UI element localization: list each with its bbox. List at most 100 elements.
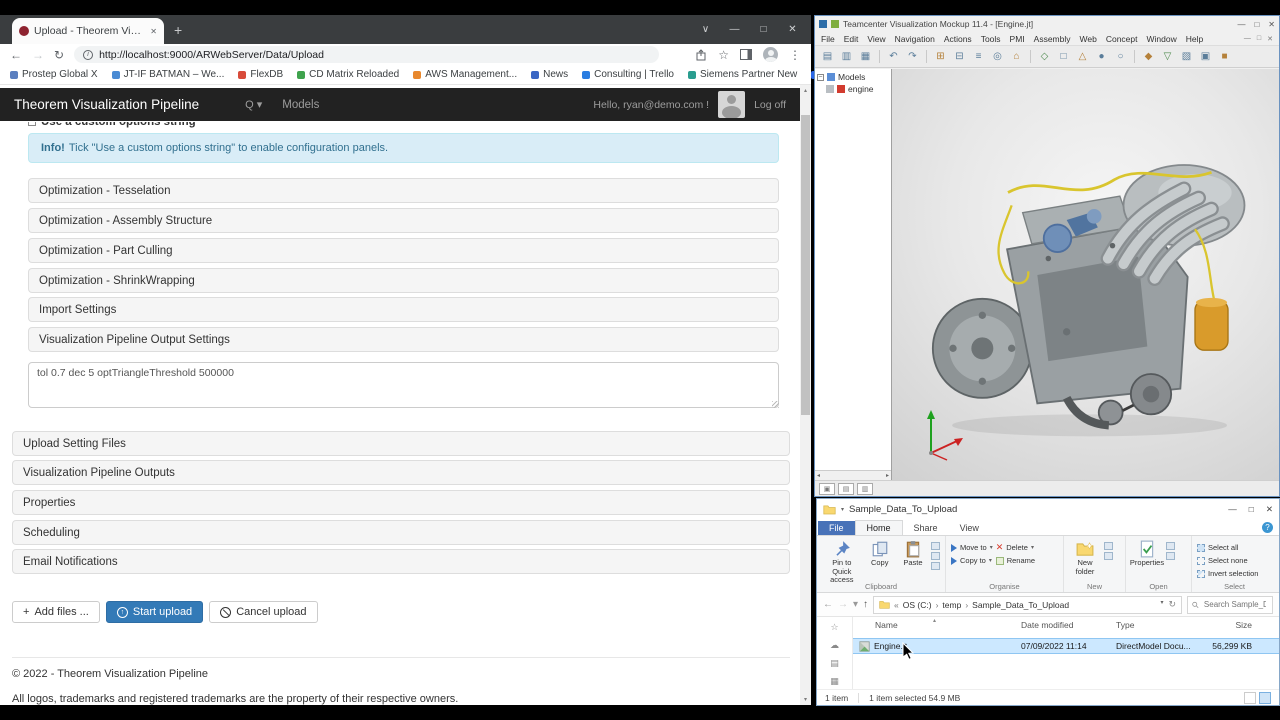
maximize-button[interactable]: □ [749, 24, 778, 35]
section-properties[interactable]: Properties [12, 490, 790, 515]
column-name[interactable]: ▴ Name [853, 620, 1021, 630]
new-item-icon[interactable] [1104, 542, 1113, 550]
mdi-minimize-icon[interactable]: — [1244, 35, 1251, 43]
forward-icon[interactable]: → [838, 600, 848, 610]
user-greeting[interactable]: Hello, ryan@demo.com ! [593, 99, 709, 111]
close-button[interactable]: ✕ [1266, 504, 1273, 515]
menu-help[interactable]: Help [1186, 34, 1203, 44]
tab-view[interactable]: View [949, 521, 990, 535]
section-email-notifications[interactable]: Email Notifications [12, 549, 790, 574]
select-all-button[interactable]: Select all [1197, 541, 1258, 554]
onedrive-icon[interactable]: ☁ [830, 640, 839, 651]
start-upload-button[interactable]: ↑ Start upload [106, 601, 203, 623]
bookmark-item[interactable]: CD Matrix Reloaded [297, 69, 399, 80]
select-none-button[interactable]: Select none [1197, 554, 1258, 567]
history-caret-icon[interactable]: ▾ [853, 600, 858, 610]
mdi-close-icon[interactable]: ✕ [1267, 35, 1273, 43]
search-dropdown[interactable]: Q ▾ [245, 98, 262, 111]
copy-button[interactable]: Copy [865, 539, 895, 568]
bookmark-star-icon[interactable]: ☆ [718, 49, 729, 61]
menu-dots-icon[interactable]: ⋮ [789, 49, 801, 61]
pan-icon[interactable]: ▽ [1159, 48, 1176, 65]
panel-import-settings[interactable]: Import Settings [28, 297, 779, 322]
crumb-sample-data[interactable]: Sample_Data_To_Upload [972, 600, 1069, 610]
address-caret-icon[interactable]: ▾ [1160, 599, 1163, 610]
back-icon[interactable]: ← [10, 49, 22, 61]
save-icon[interactable]: ▥ [838, 48, 855, 65]
list-view-icon[interactable] [1244, 692, 1256, 704]
logoff-link[interactable]: Log off [754, 99, 786, 111]
crumb-os-c[interactable]: OS (C:) [903, 600, 932, 610]
bookmark-item[interactable]: FlexDB [238, 69, 283, 80]
section-scheduling[interactable]: Scheduling [12, 520, 790, 545]
tab-home[interactable]: Home [855, 520, 903, 535]
menu-concept[interactable]: Concept [1106, 34, 1138, 44]
scroll-up-icon[interactable]: ▴ [800, 85, 811, 96]
minimize-button[interactable]: — [1228, 504, 1237, 515]
network-icon[interactable]: ▦ [830, 676, 839, 687]
bookmark-item[interactable]: AWS Management... [413, 69, 517, 80]
crumb-overflow-icon[interactable]: « [894, 600, 899, 610]
add-view-icon[interactable]: ⊞ [932, 48, 949, 65]
menu-window[interactable]: Window [1147, 34, 1177, 44]
minimize-button[interactable]: — [1237, 20, 1245, 29]
pin-to-quick-access-button[interactable]: Pin to Quick access [822, 539, 862, 585]
mdi-restore-icon[interactable]: □ [1257, 35, 1261, 43]
engine-3d-model[interactable] [920, 121, 1250, 451]
column-date-modified[interactable]: Date modified [1021, 620, 1116, 630]
profile-avatar[interactable] [763, 47, 778, 62]
sheet-tab-2[interactable]: ▤ [838, 483, 854, 495]
redo-icon[interactable]: ↷ [904, 48, 921, 65]
close-button[interactable]: ✕ [1268, 20, 1275, 29]
rename-button[interactable]: Rename [996, 554, 1035, 567]
quick-access-icon[interactable]: ☆ [830, 622, 838, 633]
properties-button[interactable]: Properties [1131, 539, 1163, 568]
menu-actions[interactable]: Actions [944, 34, 972, 44]
add-files-button[interactable]: + Add files ... [12, 601, 100, 623]
measure-icon[interactable]: ◇ [1036, 48, 1053, 65]
panel-optimization-assembly-structure[interactable]: Optimization - Assembly Structure [28, 208, 779, 233]
home-view-icon[interactable]: ⌂ [1008, 48, 1025, 65]
tab-close-icon[interactable]: ✕ [150, 27, 157, 36]
tree-horizontal-scrollbar[interactable]: ◂ ▸ [815, 470, 891, 480]
this-pc-icon[interactable]: ▤ [830, 658, 839, 669]
menu-pmi[interactable]: PMI [1010, 34, 1025, 44]
address-bar[interactable]: i http://localhost:9000/ARWebServer/Data… [74, 46, 659, 63]
minimize-button[interactable]: — [720, 24, 749, 35]
undo-icon[interactable]: ↶ [885, 48, 902, 65]
invert-selection-button[interactable]: Invert selection [1197, 567, 1258, 580]
close-button[interactable]: ✕ [778, 24, 807, 35]
panel-optimization-part-culling[interactable]: Optimization - Part Culling [28, 238, 779, 263]
wireframe-icon[interactable]: ○ [1112, 48, 1129, 65]
options-string-input[interactable]: tol 0.7 dec 5 optTriangleThreshold 50000… [28, 362, 779, 408]
section-visualization-pipeline-outputs[interactable]: Visualization Pipeline Outputs [12, 460, 790, 485]
up-icon[interactable]: ↑ [863, 600, 868, 610]
tab-file[interactable]: File [818, 521, 855, 535]
app-brand[interactable]: Theorem Visualization Pipeline [14, 97, 199, 112]
tab-share[interactable]: Share [903, 521, 949, 535]
history-icon[interactable] [1166, 552, 1175, 560]
cancel-upload-button[interactable]: Cancel upload [209, 601, 317, 623]
edit-icon[interactable] [1166, 542, 1175, 550]
tab-search-icon[interactable]: ∨ [691, 24, 720, 35]
bookmark-item[interactable]: Consulting | Trello [582, 69, 674, 80]
maximize-button[interactable]: □ [1254, 20, 1259, 29]
textarea-resize-grip[interactable] [772, 401, 779, 408]
delete-button[interactable]: ✕ Delete ▾ [996, 541, 1035, 554]
panel-output-settings[interactable]: Visualization Pipeline Output Settings [28, 327, 779, 352]
nav-item-models[interactable]: Models [282, 99, 319, 111]
scroll-down-icon[interactable]: ▾ [800, 694, 811, 705]
search-input[interactable] [1202, 599, 1268, 610]
bookmark-item[interactable]: Prostep Global X [10, 69, 98, 80]
site-info-icon[interactable]: i [83, 50, 93, 60]
bookmark-item[interactable]: JT-IF BATMAN – We... [112, 69, 225, 80]
refresh-icon[interactable]: ↻ [1168, 599, 1176, 610]
forward-icon[interactable]: → [32, 49, 44, 61]
easy-access-icon[interactable] [1104, 552, 1113, 560]
expander-icon[interactable]: – [817, 74, 824, 81]
menu-view[interactable]: View [867, 34, 885, 44]
refresh-icon[interactable]: ↻ [54, 49, 64, 61]
menu-edit[interactable]: Edit [844, 34, 859, 44]
bookmark-item[interactable]: News [531, 69, 568, 80]
help-icon[interactable]: ? [1262, 522, 1273, 533]
